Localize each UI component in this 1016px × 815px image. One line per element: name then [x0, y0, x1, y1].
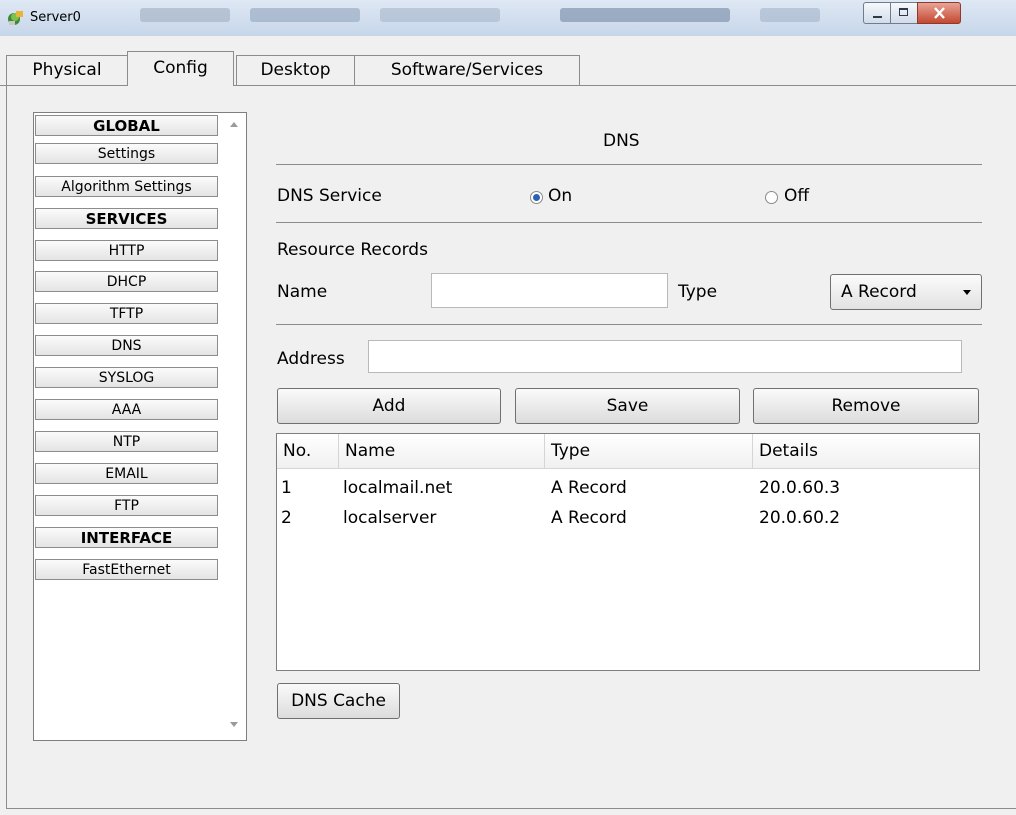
window-title: Server0 [30, 10, 81, 25]
minimize-icon [873, 16, 882, 18]
column-header-no[interactable]: No. [277, 434, 339, 468]
cell-name: localmail.net [343, 478, 453, 498]
type-label: Type [678, 282, 718, 302]
divider-line [276, 324, 982, 325]
tab-software-services[interactable]: Software/Services [354, 55, 580, 85]
nav-item-ftp[interactable]: FTP [35, 495, 218, 516]
dns-service-on-label[interactable]: On [548, 186, 572, 206]
tab-config[interactable]: Config [127, 51, 234, 86]
column-header-type[interactable]: Type [545, 434, 753, 468]
nav-header-global: GLOBAL [35, 115, 218, 136]
dns-service-on-radio[interactable] [530, 191, 543, 204]
cell-details: 20.0.60.2 [759, 508, 841, 528]
table-row[interactable]: 2 localserver A Record 20.0.60.2 [277, 506, 979, 530]
column-header-name[interactable]: Name [339, 434, 545, 468]
close-icon [934, 7, 945, 19]
address-input[interactable] [368, 340, 962, 373]
record-type-select[interactable]: A Record [830, 274, 982, 310]
tab-desktop[interactable]: Desktop [236, 55, 355, 85]
maximize-icon [899, 8, 908, 16]
scroll-up-arrow-icon[interactable] [230, 122, 238, 127]
dns-section-title: DNS [603, 131, 640, 151]
close-button[interactable] [917, 2, 961, 24]
cell-name: localserver [343, 508, 437, 528]
dns-records-table[interactable]: No. Name Type Details 1 localmail.net A … [276, 433, 980, 671]
cell-details: 20.0.60.3 [759, 478, 841, 498]
tab-physical[interactable]: Physical [6, 55, 128, 85]
nav-item-fastethernet[interactable]: FastEthernet [35, 559, 218, 580]
scroll-down-arrow-icon[interactable] [230, 722, 238, 727]
table-row[interactable]: 1 localmail.net A Record 20.0.60.3 [277, 476, 979, 500]
nav-item-http[interactable]: HTTP [35, 240, 218, 261]
maximize-button[interactable] [890, 2, 918, 24]
nav-header-services: SERVICES [35, 208, 218, 229]
name-input[interactable] [431, 273, 668, 308]
dns-service-off-radio[interactable] [765, 191, 778, 204]
cell-no: 1 [281, 478, 292, 498]
dns-service-off-label[interactable]: Off [784, 186, 809, 206]
chevron-down-icon [963, 290, 971, 295]
dns-cache-button[interactable]: DNS Cache [277, 683, 400, 719]
minimize-button[interactable] [863, 2, 891, 24]
server-window: Server0 Physical Config Desktop Software… [0, 0, 1016, 815]
add-button[interactable]: Add [277, 388, 501, 424]
save-button[interactable]: Save [515, 388, 740, 424]
resource-records-label: Resource Records [277, 240, 428, 260]
server-app-icon [8, 11, 23, 25]
column-header-details[interactable]: Details [753, 434, 979, 468]
nav-item-aaa[interactable]: AAA [35, 399, 218, 420]
cell-no: 2 [281, 508, 292, 528]
divider-line [276, 164, 982, 165]
name-label: Name [277, 282, 328, 302]
nav-item-algorithm-settings[interactable]: Algorithm Settings [35, 176, 218, 197]
nav-item-email[interactable]: EMAIL [35, 463, 218, 484]
dns-service-label: DNS Service [277, 186, 382, 206]
table-header: No. Name Type Details [277, 434, 979, 469]
nav-item-dhcp[interactable]: DHCP [35, 271, 218, 292]
config-nav-list[interactable]: GLOBAL Settings Algorithm Settings SERVI… [33, 112, 247, 741]
record-type-selected: A Record [841, 282, 917, 302]
nav-header-interface: INTERFACE [35, 527, 218, 548]
nav-item-tftp[interactable]: TFTP [35, 303, 218, 324]
nav-item-syslog[interactable]: SYSLOG [35, 367, 218, 388]
title-bar[interactable]: Server0 [0, 0, 1016, 36]
cell-type: A Record [551, 508, 627, 528]
remove-button[interactable]: Remove [753, 388, 979, 424]
address-label: Address [277, 349, 345, 369]
nav-item-ntp[interactable]: NTP [35, 431, 218, 452]
divider-line [276, 222, 982, 223]
nav-scrollbar[interactable] [224, 114, 245, 740]
nav-item-dns[interactable]: DNS [35, 335, 218, 356]
nav-item-settings[interactable]: Settings [35, 143, 218, 164]
cell-type: A Record [551, 478, 627, 498]
